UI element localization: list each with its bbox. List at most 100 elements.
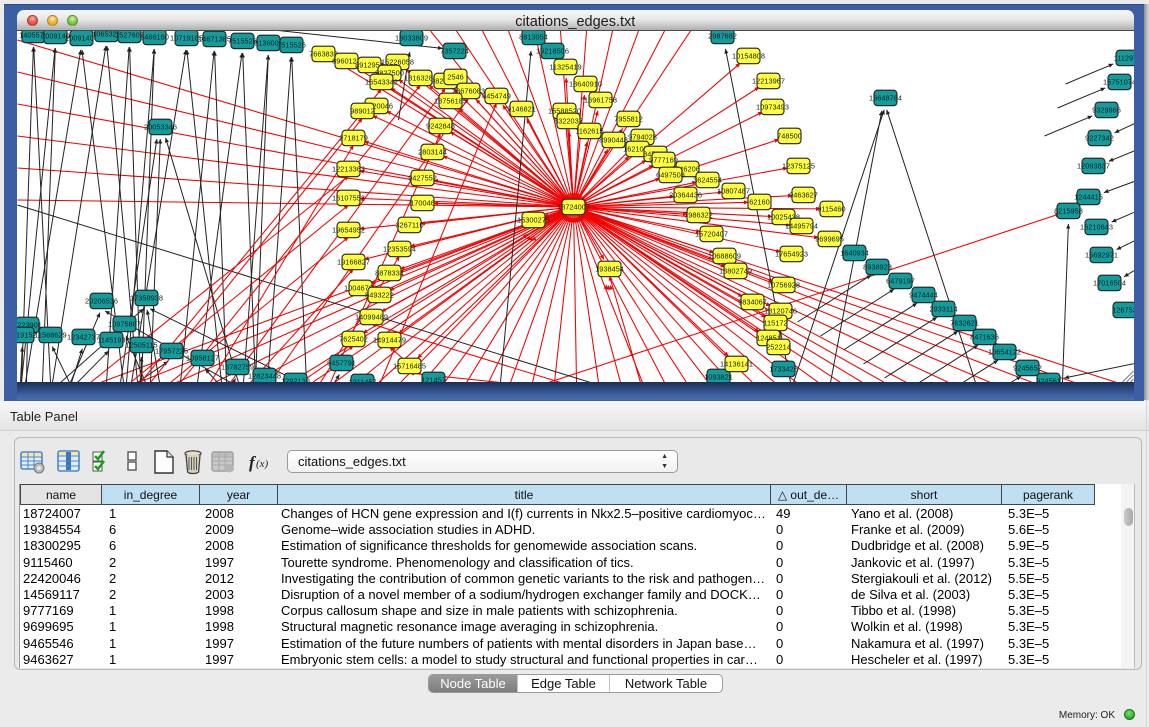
- svg-text:2718179: 2718179: [339, 133, 368, 142]
- svg-text:15300275: 15300275: [517, 215, 550, 224]
- svg-text:18802749: 18802749: [719, 266, 752, 275]
- svg-text:2987682: 2987682: [708, 31, 737, 40]
- svg-text:6466160: 6466160: [140, 32, 169, 41]
- svg-text:12213363: 12213363: [332, 164, 365, 173]
- svg-text:9146821: 9146821: [507, 104, 536, 113]
- svg-text:10688609: 10688609: [708, 251, 741, 260]
- svg-text:3624554: 3624554: [693, 175, 722, 184]
- svg-text:14136141: 14136141: [720, 359, 753, 368]
- svg-text:12823448: 12823448: [248, 371, 281, 380]
- svg-text:18640910: 18640910: [569, 79, 602, 88]
- svg-text:12375125: 12375125: [782, 161, 815, 170]
- svg-text:252214: 252214: [766, 342, 791, 351]
- svg-text:1112973: 1112973: [1113, 53, 1134, 62]
- svg-text:9329966: 9329966: [1092, 105, 1121, 114]
- svg-text:18724007: 18724007: [557, 202, 590, 211]
- svg-text:8215958: 8215958: [1054, 206, 1083, 215]
- svg-text:14671385: 14671385: [198, 34, 231, 43]
- svg-text:16210643: 16210643: [1080, 222, 1113, 231]
- svg-text:1938454: 1938454: [595, 264, 624, 273]
- svg-text:12093837: 12093837: [1077, 161, 1110, 170]
- svg-text:14914479: 14914479: [373, 335, 406, 344]
- svg-text:7955812: 7955812: [614, 114, 643, 123]
- svg-text:1640934: 1640934: [840, 248, 869, 257]
- svg-text:9227342: 9227342: [1085, 133, 1114, 142]
- svg-text:16648784: 16648784: [869, 93, 902, 102]
- svg-text:15716485: 15716485: [393, 361, 426, 370]
- svg-text:12353594: 12353594: [383, 244, 416, 253]
- svg-text:19654952: 19654952: [332, 225, 365, 234]
- svg-text:9699695: 9699695: [815, 234, 844, 243]
- svg-text:9245652: 9245652: [1013, 363, 1042, 372]
- svg-text:9457791: 9457791: [327, 358, 356, 367]
- svg-text:2803144: 2803144: [418, 147, 447, 156]
- svg-text:7632621: 7632621: [950, 318, 979, 327]
- svg-text:15692971: 15692971: [1085, 250, 1118, 259]
- svg-text:8878334: 8878334: [375, 268, 404, 277]
- svg-text:6479197: 6479197: [886, 276, 915, 285]
- svg-text:16961758: 16961758: [584, 95, 617, 104]
- svg-text:8813054: 8813054: [519, 32, 548, 41]
- svg-text:20206536: 20206536: [85, 296, 118, 305]
- svg-text:14495794: 14495794: [785, 221, 818, 230]
- svg-text:20364436: 20364436: [669, 190, 702, 199]
- svg-text:20053346: 20053346: [144, 122, 177, 131]
- svg-text:9115460: 9115460: [817, 204, 845, 213]
- svg-text:7986322: 7986322: [684, 210, 713, 219]
- svg-text:17654923: 17654923: [775, 249, 808, 258]
- svg-text:10973493: 10973493: [756, 102, 789, 111]
- svg-text:9427552: 9427552: [408, 173, 437, 182]
- svg-text:11568629: 11568629: [34, 330, 66, 339]
- svg-text:10975887: 10975887: [108, 319, 141, 328]
- svg-text:8454749: 8454749: [482, 91, 511, 100]
- svg-text:16782759: 16782759: [221, 362, 254, 371]
- svg-text:17016504: 17016504: [1093, 278, 1126, 287]
- svg-text:170046: 170046: [410, 198, 435, 207]
- svg-text:2546: 2546: [447, 72, 463, 81]
- svg-text:9474444: 9474444: [909, 290, 938, 299]
- svg-text:14099489: 14099489: [355, 312, 388, 321]
- svg-text:(x): (x): [256, 458, 269, 470]
- svg-text:7515526: 7515526: [277, 40, 306, 49]
- svg-text:9794028: 9794028: [628, 132, 657, 141]
- svg-text:19218506: 19218506: [536, 46, 569, 55]
- svg-text:10154808: 10154808: [732, 51, 765, 60]
- svg-text:5493222: 5493222: [365, 290, 394, 299]
- svg-text:12342737: 12342737: [67, 332, 100, 341]
- svg-text:2933114: 2933114: [929, 304, 957, 313]
- svg-text:19166827: 19166827: [337, 257, 370, 266]
- svg-text:12213967: 12213967: [752, 76, 785, 85]
- svg-text:7357224: 7357224: [440, 46, 469, 55]
- svg-text:126753: 126753: [1112, 305, 1134, 314]
- svg-text:115172: 115172: [763, 318, 787, 327]
- svg-text:12505115: 12505115: [125, 340, 157, 349]
- svg-text:3267110: 3267110: [395, 220, 423, 229]
- svg-text:15720407: 15720407: [695, 229, 728, 238]
- svg-text:16107552: 16107552: [332, 193, 365, 202]
- svg-text:1162615: 1162615: [575, 126, 603, 135]
- svg-text:15751074: 15751074: [1103, 77, 1134, 86]
- svg-text:10756928: 10756928: [767, 280, 800, 289]
- svg-text:10654122: 10654122: [988, 347, 1021, 356]
- svg-text:10958127: 10958127: [186, 353, 219, 362]
- svg-text:9834067: 9834067: [738, 297, 767, 306]
- svg-text:9777169: 9777169: [649, 155, 678, 164]
- svg-text:17957225: 17957225: [155, 346, 188, 355]
- svg-text:8990448: 8990448: [599, 135, 628, 144]
- svg-text:748500: 748500: [777, 131, 802, 140]
- svg-text:1145193: 1145193: [97, 335, 125, 344]
- svg-text:11325419: 11325419: [549, 62, 581, 71]
- svg-text:6497508: 6497508: [656, 170, 685, 179]
- svg-text:989012: 989012: [350, 106, 375, 115]
- svg-text:16543342: 16543342: [365, 77, 398, 86]
- svg-text:1733426: 1733426: [769, 364, 798, 373]
- svg-text:9463627: 9463627: [789, 190, 818, 199]
- svg-text:7515526: 7515526: [228, 36, 257, 45]
- svg-text:7625402: 7625402: [339, 334, 368, 343]
- svg-text:1093821: 1093821: [704, 372, 733, 381]
- svg-text:8471636: 8471636: [970, 332, 999, 341]
- svg-text:18120746: 18120746: [764, 306, 797, 315]
- svg-text:62160: 62160: [749, 197, 770, 206]
- svg-text:10807487: 10807487: [717, 186, 750, 195]
- svg-text:1244415: 1244415: [1074, 192, 1103, 201]
